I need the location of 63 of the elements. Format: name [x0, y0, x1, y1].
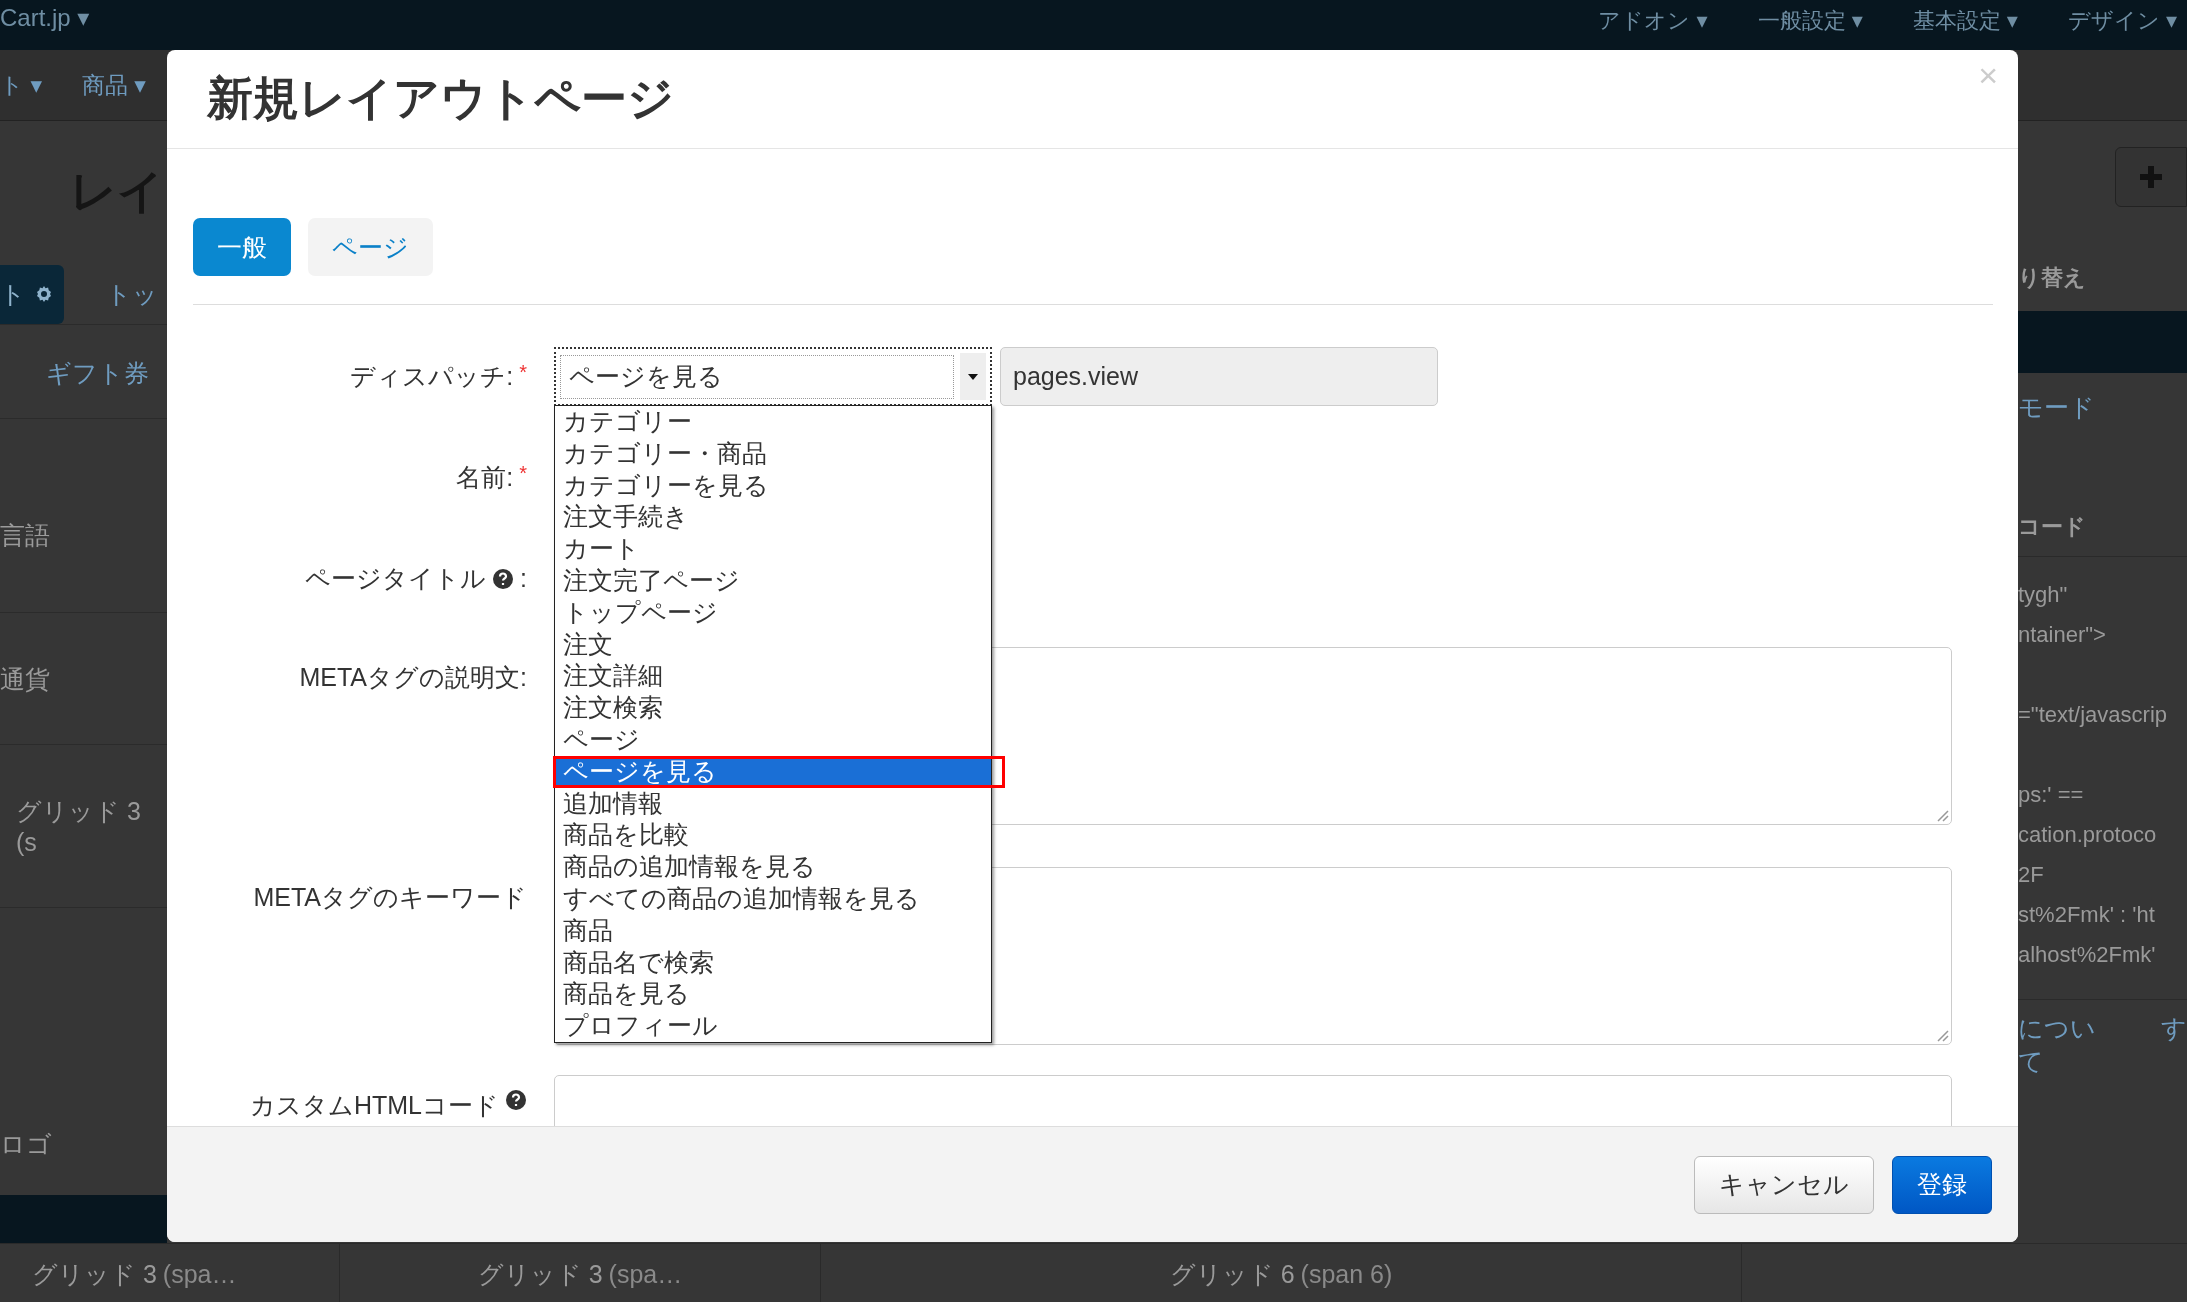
code-line: ntainer"> — [2018, 621, 2107, 649]
required-mark: * — [519, 361, 527, 384]
dropdown-option[interactable]: 商品の追加情報を見る — [555, 851, 991, 883]
grid-block: グリッド 3 (spa… — [340, 1244, 821, 1302]
field-label: カスタムHTMLコード — [249, 1090, 499, 1121]
nav-menu-item[interactable]: 商品 ▾ — [81, 69, 146, 101]
field-label: ページタイトル — [305, 563, 487, 594]
dropdown-option[interactable]: 商品 — [555, 914, 991, 947]
caret-icon — [968, 373, 978, 380]
plus-icon — [2140, 166, 2162, 188]
section-label: り替え — [2018, 264, 2087, 292]
footer-link[interactable]: について — [2018, 1012, 2121, 1078]
dropdown-option[interactable]: カテゴリー・商品 — [555, 437, 991, 470]
submit-button[interactable]: 登録 — [1892, 1155, 1992, 1214]
brand-menu[interactable]: Cart.jp ▾ — [0, 4, 90, 32]
dropdown-option[interactable]: カート — [555, 533, 991, 565]
resize-grip-icon — [1935, 1028, 1949, 1042]
required-mark: * — [519, 462, 527, 485]
nav-menu-item[interactable]: アドオン ▾ — [1598, 6, 1708, 36]
dropdown-option[interactable]: 注文手続き — [555, 501, 991, 534]
dropdown-option[interactable]: 注文完了ページ — [555, 565, 991, 597]
grid-block: グリッド 3 (spa… — [0, 1244, 340, 1302]
location-tab[interactable]: ト — [0, 264, 64, 324]
code-line: tygh" — [2018, 581, 2069, 609]
dropdown-option[interactable]: 商品名で検索 — [555, 946, 991, 979]
tab[interactable]: 一般 — [193, 218, 291, 276]
tab[interactable]: ページ — [308, 218, 433, 276]
field-label: METAタグの説明文: — [299, 662, 527, 693]
nav-menu-item[interactable]: デザイン ▾ — [2067, 6, 2177, 36]
mode-link[interactable]: モード — [2018, 391, 2187, 424]
code-line: ="text/javascrip — [2018, 701, 2169, 729]
field-label: 名前: — [456, 462, 514, 493]
nav-menu-item[interactable]: ト ▾ — [0, 69, 42, 101]
resize-grip-icon — [1935, 808, 1949, 822]
nav-menu-item[interactable]: 基本設定 ▾ — [1912, 6, 2018, 36]
location-tab[interactable]: トッ — [106, 277, 158, 311]
cancel-button[interactable]: キャンセル — [1694, 1155, 1874, 1214]
dropdown-option[interactable]: すべての商品の追加情報を見る — [555, 882, 991, 915]
code-line: 2F — [2018, 861, 2045, 889]
code-line: cation.protoco — [2018, 821, 2158, 849]
dispatch-select[interactable]: ページを見る — [554, 347, 992, 406]
dropdown-option[interactable]: プロフィール — [555, 1010, 991, 1042]
modal-title: 新規レイアウトページ — [207, 71, 674, 126]
footer-link[interactable]: す — [2161, 1012, 2187, 1078]
nav-menu-item[interactable]: 一般設定 ▾ — [1757, 6, 1863, 36]
code-line: st%2Fmk' : 'ht — [2018, 901, 2156, 929]
dropdown-option[interactable]: 商品を見る — [555, 978, 991, 1011]
field-label: ディスパッチ: — [350, 361, 514, 392]
dropdown-option[interactable]: 追加情報 — [555, 787, 991, 820]
dropdown-option[interactable]: 注文検索 — [555, 692, 991, 724]
dropdown-option[interactable]: 注文詳細 — [555, 660, 991, 693]
dropdown-option[interactable]: カテゴリー — [555, 406, 991, 438]
field-label: METAタグのキーワード — [253, 882, 527, 913]
grid-block: グリッド 6 (span 6) — [821, 1244, 1742, 1302]
code-line: alhost%2Fmk' — [2018, 941, 2157, 969]
dropdown-option[interactable]: カテゴリーを見る — [555, 469, 991, 502]
field-label: : — [520, 564, 527, 593]
code-line: ps:' == — [2018, 781, 2085, 809]
dropdown-option[interactable]: トップページ — [555, 596, 991, 629]
dropdown-option[interactable]: ページ — [555, 723, 991, 756]
dropdown-option[interactable]: 商品を比較 — [555, 819, 991, 852]
dispatch-code-field[interactable]: pages.view — [1000, 347, 1438, 406]
dropdown-option[interactable]: 注文 — [555, 628, 991, 661]
